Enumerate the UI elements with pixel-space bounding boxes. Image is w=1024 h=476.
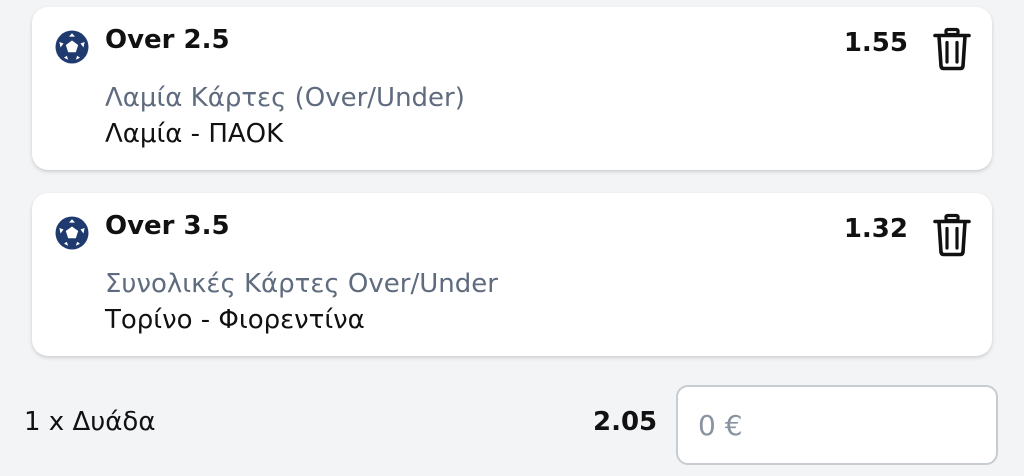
- market-name: Συνολικές Κάρτες Over/Under: [105, 269, 498, 299]
- market-name: Λαμία Κάρτες (Over/Under): [105, 83, 465, 113]
- soccer-ball-icon: [55, 216, 89, 250]
- soccer-ball-icon: [55, 30, 89, 64]
- stake-input[interactable]: [676, 385, 998, 465]
- bet-selection-card: Over 3.5 1.32 Συνολικές Κάρτες Over/Unde…: [32, 193, 992, 356]
- selection-name: Over 3.5: [105, 211, 230, 241]
- selection-odds: 1.55: [843, 28, 908, 58]
- trash-icon[interactable]: [932, 213, 972, 257]
- bet-selection-card: Over 2.5 1.55 Λαμία Κάρτες (Over/Under) …: [32, 7, 992, 170]
- trash-icon[interactable]: [932, 27, 972, 71]
- bet-type-label: 1 x Δυάδα: [24, 407, 156, 437]
- match-name: Λαμία - ΠΑΟΚ: [105, 119, 284, 149]
- selection-odds: 1.32: [843, 214, 908, 244]
- match-name: Τορίνο - Φιορεντίνα: [105, 305, 365, 335]
- total-odds: 2.05: [593, 407, 658, 437]
- selection-name: Over 2.5: [105, 25, 230, 55]
